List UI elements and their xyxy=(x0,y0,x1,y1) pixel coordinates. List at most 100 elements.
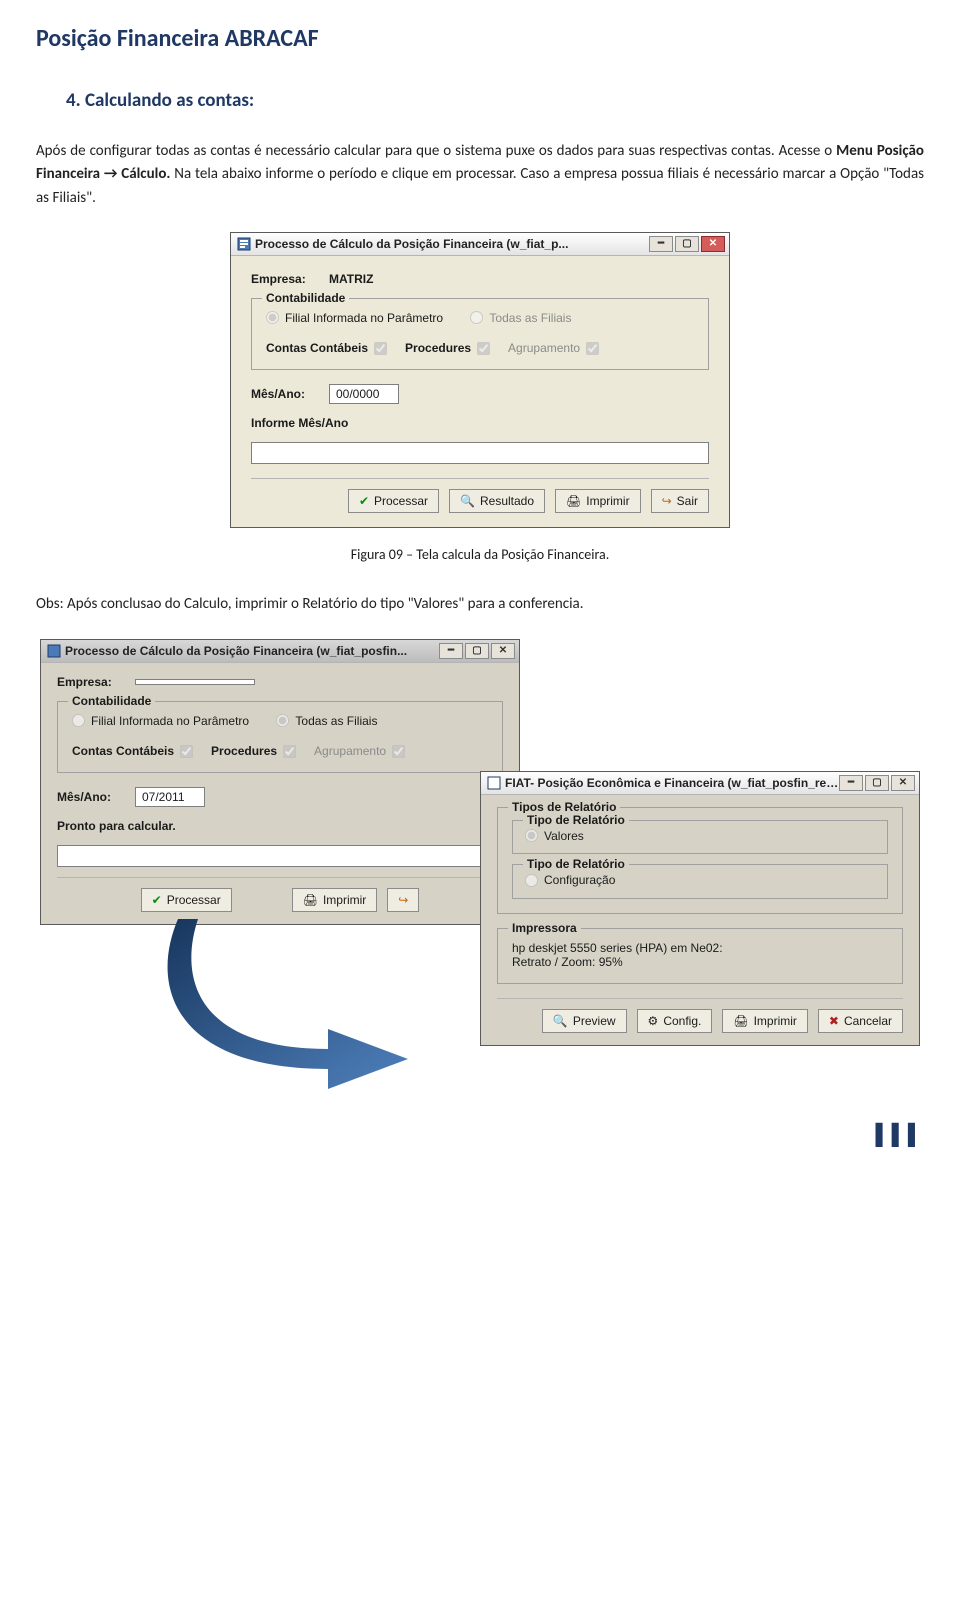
minimize-button[interactable]: ━ xyxy=(439,643,463,659)
check-procedures[interactable]: Procedures xyxy=(211,744,296,758)
group-contabilidade: Contabilidade Filial Informada no Parâme… xyxy=(251,298,709,371)
radio-config-input[interactable] xyxy=(525,874,538,887)
app-icon xyxy=(47,644,61,658)
imprimir-label: Imprimir xyxy=(586,494,629,508)
figure-caption-09: Figura 09 – Tela calcula da Posição Fina… xyxy=(36,546,924,563)
empresa-input[interactable] xyxy=(135,679,255,685)
sair-button[interactable]: ↪Sair xyxy=(651,489,709,513)
check-contas-input[interactable] xyxy=(374,342,387,355)
check-proc-label: Procedures xyxy=(405,341,471,355)
check-agrup-input[interactable] xyxy=(586,342,599,355)
exit-icon-button[interactable]: ↪ xyxy=(387,888,419,912)
group-contabilidade-2: Contabilidade Filial Informada no Parâme… xyxy=(57,701,503,774)
printer-icon: 🖨 xyxy=(733,1014,748,1028)
check-agrup-input[interactable] xyxy=(392,745,405,758)
exit-icon: ↪ xyxy=(398,893,408,907)
check-proc-label: Procedures xyxy=(211,744,277,758)
config-label: Config. xyxy=(663,1014,701,1028)
imprimir-button[interactable]: 🖨 Imprimir xyxy=(722,1009,808,1033)
dialog-calculo-posicao-back: Processo de Cálculo da Posição Financeir… xyxy=(40,639,520,926)
radio-valores[interactable]: Valores xyxy=(525,829,584,843)
check-contas-input[interactable] xyxy=(180,745,193,758)
maximize-button[interactable]: ▢ xyxy=(675,236,699,252)
group-legend: Contabilidade xyxy=(68,694,155,708)
radio-todas-input[interactable] xyxy=(470,311,483,324)
maximize-button[interactable]: ▢ xyxy=(865,775,889,791)
intro-paragraph: Após de configurar todas as contas é nec… xyxy=(36,140,924,210)
radio-filial-input[interactable] xyxy=(72,714,85,727)
status-text: Pronto para calcular. xyxy=(57,819,176,833)
check-procedures[interactable]: Procedures xyxy=(405,341,490,355)
group-tipos-relatorio: Tipos de Relatório Tipo de Relatório Val… xyxy=(497,807,903,914)
radio-filial-label: Filial Informada no Parâmetro xyxy=(91,714,249,728)
dialog-title: Processo de Cálculo da Posição Financeir… xyxy=(255,237,649,251)
maximize-button[interactable]: ▢ xyxy=(465,643,489,659)
check-agrupamento[interactable]: Agrupamento xyxy=(314,744,405,758)
close-button[interactable]: ✕ xyxy=(491,643,515,659)
intro-text-post: Na tela abaixo informe o período e cliqu… xyxy=(36,165,924,206)
processar-label: Processar xyxy=(374,494,428,508)
cancel-icon: ✖ xyxy=(829,1014,839,1028)
dialog3-titlebar[interactable]: FIAT- Posição Econômica e Financeira (w_… xyxy=(481,772,919,795)
preview-button[interactable]: 🔍 Preview xyxy=(542,1009,627,1033)
imprimir-button[interactable]: 🖨 Imprimir xyxy=(292,888,378,912)
progress-bar xyxy=(251,442,709,464)
check-agrupamento[interactable]: Agrupamento xyxy=(508,341,599,355)
processar-label: Processar xyxy=(167,893,221,907)
intro-text-pre: Após de configurar todas as contas é nec… xyxy=(36,142,836,160)
search-icon: 🔍 xyxy=(553,1014,568,1028)
check-contas-contabeis[interactable]: Contas Contábeis xyxy=(266,341,387,355)
radio-configuracao[interactable]: Configuração xyxy=(525,873,615,887)
search-icon: 🔍 xyxy=(460,494,475,508)
cancelar-label: Cancelar xyxy=(844,1014,892,1028)
check-proc-input[interactable] xyxy=(477,342,490,355)
check-proc-input[interactable] xyxy=(283,745,296,758)
check-contas-contabeis[interactable]: Contas Contábeis xyxy=(72,744,193,758)
processar-button[interactable]: ✔Processar xyxy=(141,888,232,912)
mesano-input[interactable]: 07/2011 xyxy=(135,787,205,807)
mesano-label: Mês/Ano: xyxy=(57,790,127,804)
informe-mesano-label: Informe Mês/Ano xyxy=(251,416,348,430)
imprimir-button[interactable]: 🖨 Imprimir xyxy=(555,489,641,513)
radio-valores-input[interactable] xyxy=(525,829,538,842)
radio-todas-filiais[interactable]: Todas as Filiais xyxy=(276,714,377,728)
dialog2-title: Processo de Cálculo da Posição Financeir… xyxy=(65,644,439,658)
preview-label: Preview xyxy=(573,1014,616,1028)
dialog3-title: FIAT- Posição Econômica e Financeira (w_… xyxy=(505,776,839,790)
empresa-label: Empresa: xyxy=(251,272,321,286)
printer-icon: 🖨 xyxy=(566,494,581,508)
page-title: Posição Financeira ABRACAF xyxy=(36,24,924,53)
minimize-button[interactable]: ━ xyxy=(649,236,673,252)
empresa-value: MATRIZ xyxy=(329,272,373,286)
resultado-button[interactable]: 🔍Resultado xyxy=(449,489,545,513)
radio-filial-parametro[interactable]: Filial Informada no Parâmetro xyxy=(266,311,443,325)
close-button[interactable]: ✕ xyxy=(891,775,915,791)
radio-filial-input[interactable] xyxy=(266,311,279,324)
radio-todas-label: Todas as Filiais xyxy=(295,714,377,728)
printer-zoom: Retrato / Zoom: 95% xyxy=(512,955,888,969)
close-button[interactable]: ✕ xyxy=(701,236,725,252)
imprimir-label: Imprimir xyxy=(754,1014,797,1028)
dialog-tipos-relatorio: FIAT- Posição Econômica e Financeira (w_… xyxy=(480,771,920,1046)
check-icon: ✔ xyxy=(359,494,369,508)
imprimir-label: Imprimir xyxy=(323,893,366,907)
subgroup-legend: Tipo de Relatório xyxy=(523,857,629,871)
check-agrup-label: Agrupamento xyxy=(508,341,580,355)
config-button[interactable]: ⚙Config. xyxy=(637,1009,713,1033)
cancelar-button[interactable]: ✖ Cancelar xyxy=(818,1009,903,1033)
radio-todas-filiais[interactable]: Todas as Filiais xyxy=(470,311,571,325)
printer-name: hp deskjet 5550 series (HPA) em Ne02: xyxy=(512,941,888,955)
minimize-button[interactable]: ━ xyxy=(839,775,863,791)
radio-filial-parametro[interactable]: Filial Informada no Parâmetro xyxy=(72,714,249,728)
dialog-titlebar[interactable]: Processo de Cálculo da Posição Financeir… xyxy=(231,233,729,256)
dialog-calculo-posicao: Processo de Cálculo da Posição Financeir… xyxy=(230,232,730,529)
mesano-label: Mês/Ano: xyxy=(251,387,321,401)
app-icon xyxy=(487,776,501,790)
radio-todas-input[interactable] xyxy=(276,714,289,727)
dialog2-titlebar[interactable]: Processo de Cálculo da Posição Financeir… xyxy=(41,640,519,663)
check-contas-label: Contas Contábeis xyxy=(266,341,368,355)
printer-icon: 🖨 xyxy=(303,893,318,907)
mesano-input[interactable]: 00/0000 xyxy=(329,384,399,404)
processar-button[interactable]: ✔ Processar xyxy=(348,489,439,513)
radio-valores-label: Valores xyxy=(544,829,584,843)
